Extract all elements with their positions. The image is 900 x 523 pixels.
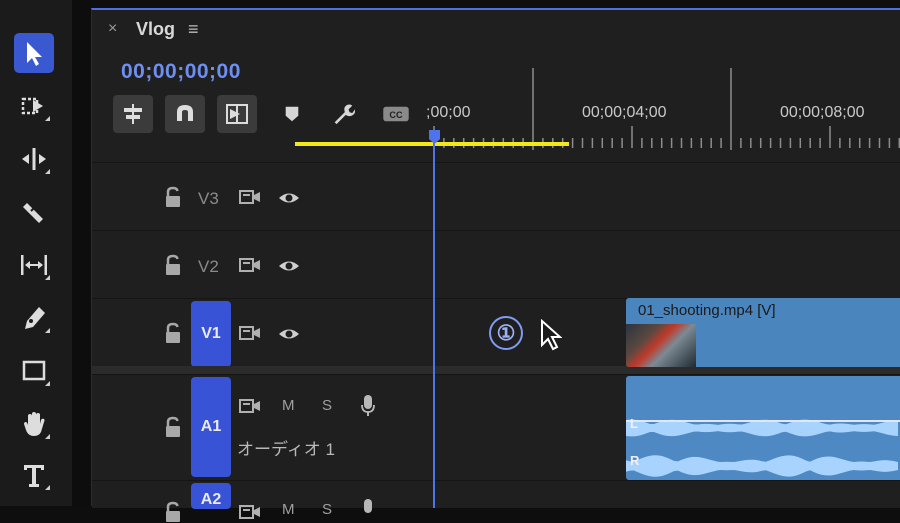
type-tool[interactable]: [14, 455, 54, 495]
step-number-annotation: ①: [489, 316, 523, 350]
playhead-line[interactable]: [433, 130, 435, 508]
ruler-label: 00;00;04;00: [582, 104, 667, 121]
track-label[interactable]: V2: [198, 257, 219, 277]
playhead-timecode[interactable]: 00;00;00;00: [121, 60, 241, 84]
video-audio-divider[interactable]: [92, 366, 900, 374]
sync-lock-icon[interactable]: [239, 324, 261, 342]
left-channel-label: L: [630, 416, 638, 431]
sync-lock-icon[interactable]: [239, 256, 261, 274]
razor-icon: [23, 203, 43, 223]
marker-icon: [285, 106, 299, 122]
mute-button[interactable]: M: [282, 501, 295, 518]
solo-button[interactable]: S: [322, 501, 332, 518]
sync-lock-icon[interactable]: [239, 397, 261, 415]
track-select-forward-tool[interactable]: [14, 86, 54, 126]
track-label[interactable]: V3: [198, 189, 219, 209]
timeline-panel: × Vlog ≡ 00;00;00;00 CC ;00;00 00;00;04;…: [91, 8, 900, 522]
insert-sequence-as-nest-button[interactable]: [113, 95, 153, 133]
clip-name: 01_shooting.mp4 [V]: [638, 302, 776, 319]
add-marker-button[interactable]: [282, 100, 302, 128]
eye-icon[interactable]: [278, 257, 300, 275]
track-header: V1: [92, 299, 424, 367]
lock-icon[interactable]: [164, 501, 182, 523]
track-content[interactable]: [424, 231, 900, 298]
panel-gutter: [72, 0, 91, 506]
nest-icon: [124, 104, 142, 124]
microphone-icon[interactable]: [360, 498, 376, 522]
pen-tool[interactable]: [14, 298, 54, 338]
tools-panel: [0, 0, 72, 506]
track-target-a1[interactable]: A1: [191, 377, 231, 477]
track-a2: A2 M S: [92, 480, 900, 522]
eye-icon[interactable]: [278, 325, 300, 343]
wrench-icon: [334, 104, 355, 125]
microphone-icon[interactable]: [360, 394, 376, 418]
captions-button[interactable]: CC: [381, 100, 411, 128]
sync-lock-icon[interactable]: [239, 188, 261, 206]
mouse-cursor-icon: [541, 319, 562, 351]
timeline-tab[interactable]: × Vlog ≡: [92, 10, 900, 50]
track-header: A2 M S: [92, 481, 424, 522]
clip-thumbnail: [626, 324, 696, 367]
video-clip[interactable]: 01_shooting.mp4 [V]: [626, 298, 900, 367]
mute-button[interactable]: M: [282, 397, 295, 414]
track-target-v1[interactable]: V1: [191, 301, 231, 367]
magnet-icon: [177, 105, 193, 121]
audio-clip[interactable]: L R: [626, 376, 900, 480]
arrow-icon: [27, 42, 42, 66]
track-v3: V3: [92, 162, 900, 230]
right-channel-label: R: [630, 453, 640, 468]
ripple-edit-tool[interactable]: [14, 139, 54, 179]
ruler-label: ;00;00: [426, 104, 471, 121]
time-ruler[interactable]: ;00;00 00;00;04;00 00;00;08;00: [424, 68, 900, 150]
panel-menu-button[interactable]: ≡: [188, 19, 199, 40]
lock-icon[interactable]: [164, 186, 182, 208]
timeline-display-settings-button[interactable]: [330, 100, 356, 128]
track-v2: V2: [92, 230, 900, 298]
svg-text:CC: CC: [389, 110, 403, 120]
eye-icon[interactable]: [278, 189, 300, 207]
snap-button[interactable]: [165, 95, 205, 133]
linked-selection-button[interactable]: [217, 95, 257, 133]
track-header: V2: [92, 231, 424, 298]
track-target-a2[interactable]: A2: [191, 483, 231, 509]
audio-track-name[interactable]: オーディオ 1: [237, 435, 335, 460]
razor-tool[interactable]: [14, 192, 54, 232]
close-tab-button[interactable]: ×: [108, 20, 117, 38]
lock-icon[interactable]: [164, 254, 182, 276]
sequence-name: Vlog: [136, 19, 175, 39]
lock-icon[interactable]: [164, 416, 182, 438]
captions-icon: CC: [383, 106, 409, 122]
audio-waveform: [626, 419, 900, 477]
ruler-label: 00;00;08;00: [780, 104, 865, 121]
rectangle-tool[interactable]: [14, 351, 54, 391]
solo-button[interactable]: S: [322, 397, 332, 414]
track-header: V3: [92, 163, 424, 230]
work-area-bar[interactable]: [295, 142, 569, 146]
track-content[interactable]: [424, 163, 900, 230]
slip-tool[interactable]: [14, 245, 54, 285]
hand-tool[interactable]: [14, 404, 54, 444]
track-content[interactable]: [424, 481, 900, 508]
lock-icon[interactable]: [164, 322, 182, 344]
track-header: A1 M S オーディオ 1: [92, 375, 424, 480]
selection-tool[interactable]: [14, 33, 54, 73]
linked-selection-icon: [226, 104, 248, 124]
